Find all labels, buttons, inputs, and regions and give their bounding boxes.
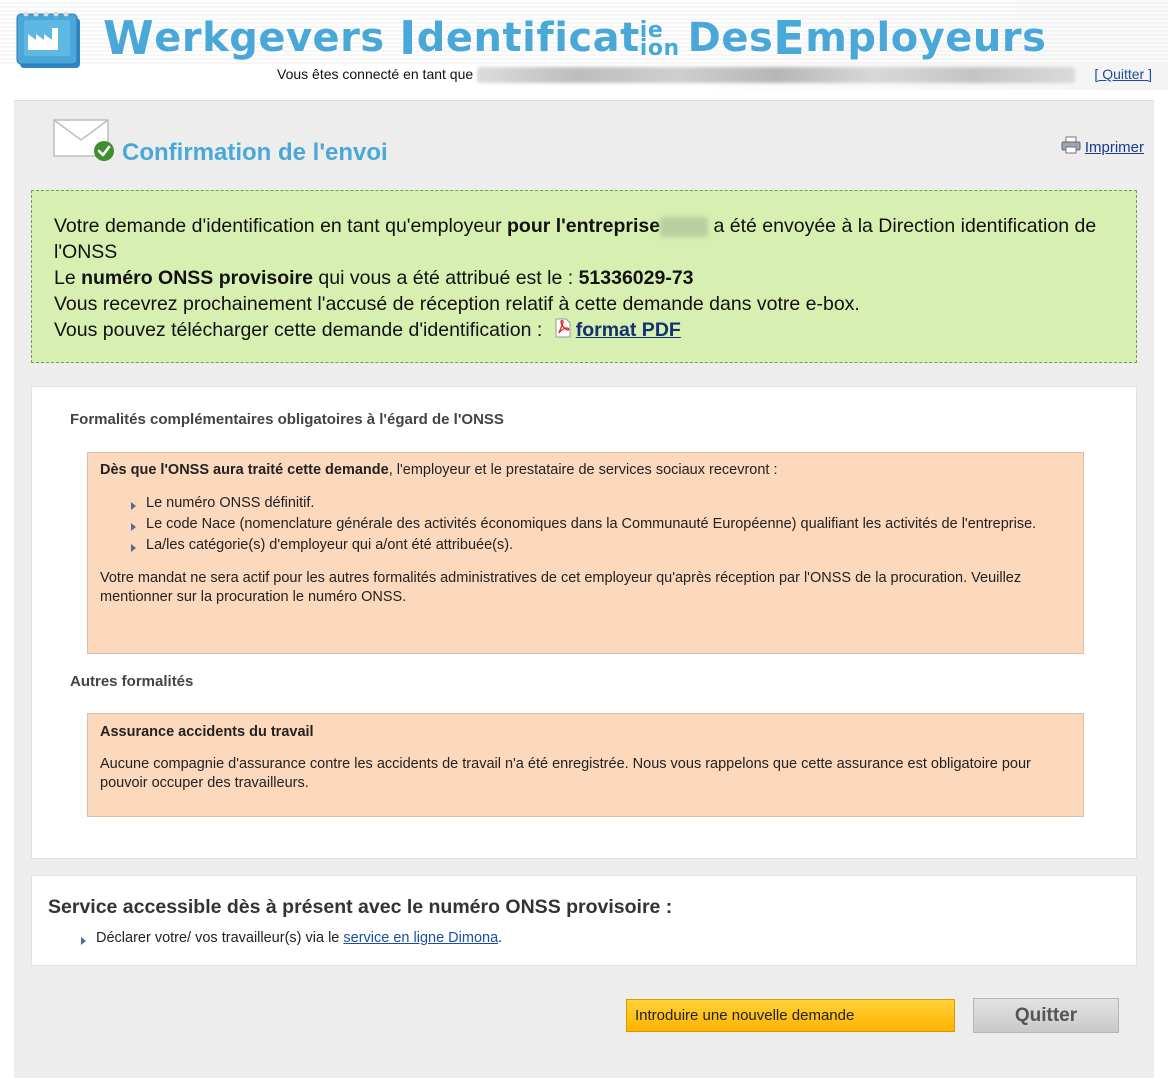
app-header: Werkgevers Identificat ie ion Des Employeu…	[0, 0, 1168, 90]
formalities-section: Formalités complémentaires obligatoires …	[31, 386, 1137, 859]
quit-button[interactable]: Quitter	[973, 998, 1119, 1033]
confirmation-box: Votre demande d'identification en tant q…	[31, 190, 1137, 363]
formalities-intro-text: , l'employeur et le prestataire de servi…	[388, 462, 778, 478]
page-title: Confirmation de l'envoi	[122, 139, 388, 166]
mandate-note: Votre mandat ne sera actif pour les autr…	[100, 570, 1022, 605]
dimona-link[interactable]: service en ligne Dimona	[343, 930, 498, 946]
new-request-button[interactable]: Introduire une nouvelle demande	[626, 999, 955, 1032]
list-item: Le code Nace (nomenclature générale des …	[130, 515, 1071, 534]
confirmation-line-2: Le numéro ONSS provisoire qui vous a été…	[54, 265, 1114, 291]
title-word: mployeurs	[805, 15, 1047, 61]
confirmation-bold: numéro ONSS provisoire	[81, 267, 313, 289]
formalities-intro: Dès que l'ONSS aura traité cette demande…	[100, 461, 1071, 480]
redacted-username	[477, 67, 1076, 84]
title-suffix-bottom: ion	[639, 36, 680, 61]
title-stacked-suffix: ie ion	[639, 20, 680, 61]
print-link[interactable]: Imprimer	[1061, 136, 1144, 158]
quit-link[interactable]: [ Quitter ]	[1094, 66, 1152, 82]
list-item: La/les catégorie(s) d'employeur qui a/on…	[130, 536, 1071, 555]
title-word: Des	[687, 15, 774, 61]
formalities-box: Dès que l'ONSS aura traité cette demande…	[87, 452, 1084, 654]
title-letter: I	[399, 11, 417, 65]
confirmation-line-3: Vous recevrez prochainement l'accusé de …	[54, 293, 860, 315]
formalities-heading: Formalités complémentaires obligatoires …	[70, 411, 504, 428]
logged-in-label: Vous êtes connecté en tant que	[277, 66, 474, 82]
pdf-file-icon[interactable]	[554, 318, 572, 345]
logged-in-info: Vous êtes connecté en tant que	[277, 66, 1076, 84]
header-quit[interactable]: [ Quitter ]	[1094, 66, 1152, 82]
printer-icon	[1061, 136, 1081, 158]
confirmation-text: Le	[54, 267, 82, 289]
title-letter: E	[773, 11, 806, 65]
confirmation-text: qui vous a été attribué est le :	[313, 267, 579, 289]
insurance-text: Aucune compagnie d'assurance contre les …	[100, 756, 1031, 791]
app-title: Werkgevers Identificat ie ion Des Employeu…	[103, 10, 1046, 66]
insurance-box: Assurance accidents du travail Aucune co…	[87, 713, 1084, 817]
factory-form-icon	[14, 8, 86, 72]
service-item-text: Déclarer votre/ vos travailleur(s) via l…	[96, 930, 344, 946]
formalities-list: Le numéro ONSS définitif. Le code Nace (…	[130, 494, 1071, 555]
confirmation-bold: pour l'entreprise	[507, 215, 661, 237]
formalities-intro-bold: Dès que l'ONSS aura traité cette demande	[100, 462, 389, 478]
service-item: Déclarer votre/ vos travailleur(s) via l…	[80, 930, 502, 946]
title-letter: W	[103, 11, 155, 65]
confirmation-line-4: Vous pouvez télécharger cette demande d'…	[54, 317, 1114, 345]
other-formalities-heading: Autres formalités	[70, 673, 194, 690]
confirmation-text: Votre demande d'identification en tant q…	[54, 215, 507, 237]
service-item-suffix: .	[498, 930, 503, 946]
confirmation-text: Vous pouvez télécharger cette demande d'…	[54, 319, 548, 341]
service-title: Service accessible dès à présent avec le…	[48, 896, 673, 918]
envelope-check-icon	[52, 118, 116, 162]
service-section: Service accessible dès à présent avec le…	[31, 875, 1137, 966]
list-item: Le numéro ONSS définitif.	[130, 494, 1071, 513]
insurance-title: Assurance accidents du travail	[100, 724, 314, 740]
onss-number: 51336029-73	[578, 267, 694, 289]
pdf-download-link[interactable]: format PDF	[576, 319, 681, 341]
title-word: dentificat	[416, 15, 640, 61]
confirmation-line-1: Votre demande d'identification en tant q…	[54, 213, 1114, 265]
redacted-company	[660, 216, 709, 237]
main-panel: Confirmation de l'envoi Imprimer Votre d…	[14, 100, 1154, 1078]
print-label[interactable]: Imprimer	[1085, 139, 1144, 156]
title-word: erkgevers	[154, 15, 385, 61]
